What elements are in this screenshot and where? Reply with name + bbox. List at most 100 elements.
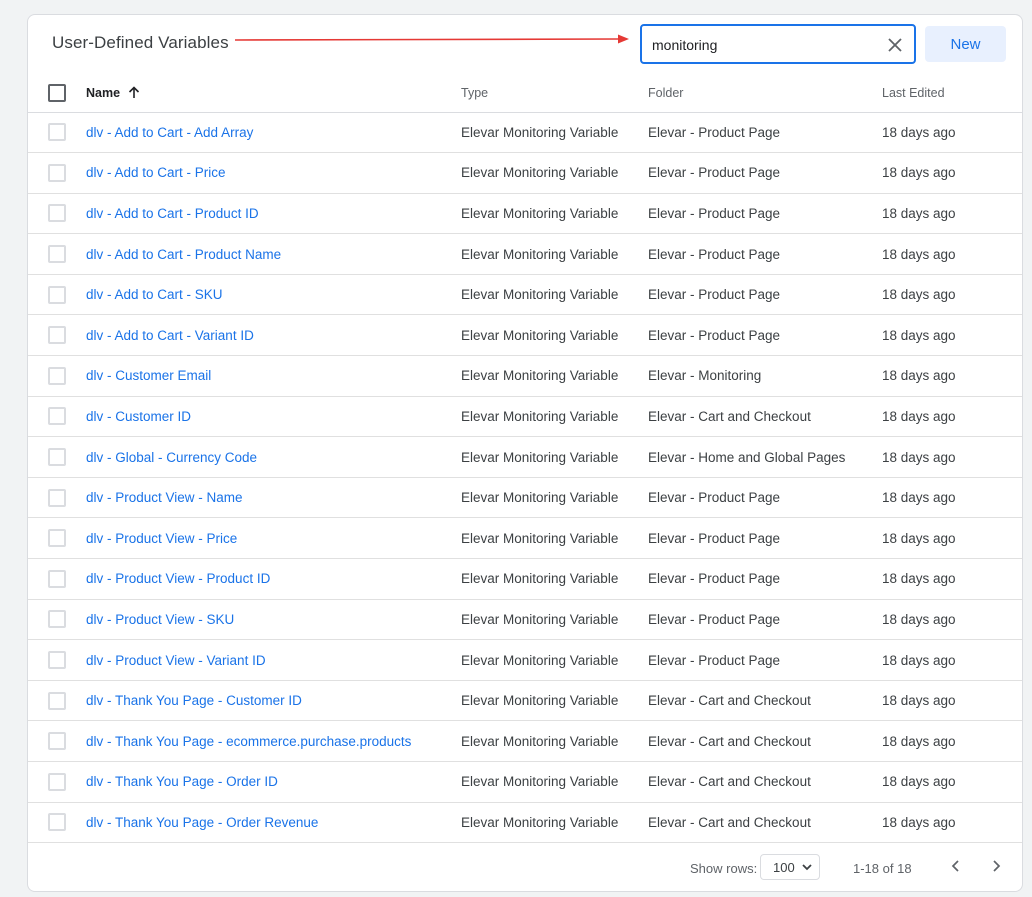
- table-row[interactable]: dlv - Customer Email Elevar Monitoring Va…: [28, 355, 1022, 397]
- variable-folder: Elevar - Product Page: [648, 639, 882, 681]
- variable-last-edited: 18 days ago: [882, 720, 1022, 762]
- row-select-cell: [28, 639, 86, 681]
- table-header-row: Name Type Folder Last Edited: [28, 75, 1022, 113]
- select-all-cell: [28, 75, 86, 113]
- table-row[interactable]: dlv - Product View - Product ID Elevar Mo…: [28, 558, 1022, 600]
- row-checkbox[interactable]: [48, 285, 66, 304]
- variable-name-link[interactable]: dlv - Thank You Page - Customer ID: [86, 680, 461, 722]
- variable-last-edited: 18 days ago: [882, 599, 1022, 641]
- table-row[interactable]: dlv - Add to Cart - Price Elevar Monitori…: [28, 152, 1022, 194]
- variable-folder: Elevar - Cart and Checkout: [648, 680, 882, 722]
- table-row[interactable]: dlv - Thank You Page - ecommerce.purchas…: [28, 720, 1022, 762]
- variable-type: Elevar Monitoring Variable: [461, 355, 648, 397]
- variables-table: Name Type Folder Last Edited dlv - Add t…: [28, 75, 1022, 844]
- variable-name-link[interactable]: dlv - Add to Cart - SKU: [86, 274, 461, 316]
- row-checkbox[interactable]: [48, 691, 66, 710]
- rows-per-page-select[interactable]: 100: [760, 854, 820, 880]
- variable-name-link[interactable]: dlv - Add to Cart - Variant ID: [86, 314, 461, 357]
- variable-type: Elevar Monitoring Variable: [461, 152, 648, 194]
- variable-last-edited: 18 days ago: [882, 639, 1022, 681]
- variable-folder: Elevar - Product Page: [648, 233, 882, 275]
- table-row[interactable]: dlv - Thank You Page - Order Revenue Elev…: [28, 802, 1022, 844]
- table-row[interactable]: dlv - Add to Cart - SKU Elevar Monitoring…: [28, 274, 1022, 316]
- row-checkbox[interactable]: [48, 529, 66, 548]
- row-checkbox[interactable]: [48, 163, 66, 182]
- row-checkbox[interactable]: [48, 651, 66, 670]
- column-header-folder[interactable]: Folder: [648, 75, 882, 113]
- variable-type: Elevar Monitoring Variable: [461, 314, 648, 357]
- variable-name-link[interactable]: dlv - Thank You Page - ecommerce.purchas…: [86, 720, 461, 762]
- variable-type: Elevar Monitoring Variable: [461, 436, 648, 478]
- variable-name-link[interactable]: dlv - Product View - Product ID: [86, 558, 461, 600]
- variable-name-link[interactable]: dlv - Product View - Variant ID: [86, 639, 461, 681]
- row-checkbox[interactable]: [48, 488, 66, 507]
- row-checkbox[interactable]: [48, 123, 66, 142]
- table-row[interactable]: dlv - Add to Cart - Product ID Elevar Mon…: [28, 193, 1022, 235]
- variable-last-edited: 18 days ago: [882, 112, 1022, 154]
- clear-search-button[interactable]: [884, 34, 906, 56]
- row-checkbox[interactable]: [48, 245, 66, 264]
- table-row[interactable]: dlv - Customer ID Elevar Monitoring Varia…: [28, 396, 1022, 438]
- row-checkbox[interactable]: [48, 326, 66, 345]
- row-select-cell: [28, 355, 86, 397]
- variable-name-link[interactable]: dlv - Customer ID: [86, 396, 461, 438]
- variable-name-link[interactable]: dlv - Add to Cart - Product Name: [86, 233, 461, 275]
- column-header-last-edited[interactable]: Last Edited: [882, 75, 1022, 113]
- variable-name-link[interactable]: dlv - Product View - SKU: [86, 599, 461, 641]
- variable-folder: Elevar - Product Page: [648, 193, 882, 235]
- variable-folder: Elevar - Home and Global Pages: [648, 436, 882, 478]
- variable-name-link[interactable]: dlv - Global - Currency Code: [86, 436, 461, 478]
- table-row[interactable]: dlv - Add to Cart - Variant ID Elevar Mon…: [28, 314, 1022, 357]
- variable-folder: Elevar - Product Page: [648, 558, 882, 600]
- new-variable-button[interactable]: New: [925, 26, 1006, 62]
- variable-name-link[interactable]: dlv - Add to Cart - Add Array: [86, 112, 461, 154]
- row-checkbox[interactable]: [48, 772, 66, 791]
- row-checkbox[interactable]: [48, 407, 66, 426]
- row-checkbox[interactable]: [48, 813, 66, 832]
- row-checkbox[interactable]: [48, 204, 66, 223]
- variable-folder: Elevar - Cart and Checkout: [648, 802, 882, 844]
- table-row[interactable]: dlv - Add to Cart - Product Name Elevar M…: [28, 233, 1022, 275]
- row-checkbox[interactable]: [48, 448, 66, 467]
- column-header-name[interactable]: Name: [86, 75, 461, 113]
- card-header: User-Defined Variables New: [28, 15, 1022, 75]
- row-checkbox[interactable]: [48, 569, 66, 588]
- row-checkbox[interactable]: [48, 732, 66, 751]
- variable-name-link[interactable]: dlv - Product View - Price: [86, 517, 461, 560]
- row-select-cell: [28, 720, 86, 762]
- table-row[interactable]: dlv - Product View - Variant ID Elevar Mo…: [28, 639, 1022, 681]
- table-row[interactable]: dlv - Thank You Page - Order ID Elevar Mo…: [28, 761, 1022, 803]
- table-row[interactable]: dlv - Thank You Page - Customer ID Elevar…: [28, 680, 1022, 722]
- variable-type: Elevar Monitoring Variable: [461, 802, 648, 844]
- variable-type: Elevar Monitoring Variable: [461, 477, 648, 519]
- rows-per-page-value: 100: [773, 859, 795, 875]
- variable-type: Elevar Monitoring Variable: [461, 558, 648, 600]
- variable-last-edited: 18 days ago: [882, 233, 1022, 275]
- row-checkbox[interactable]: [48, 366, 66, 385]
- variable-last-edited: 18 days ago: [882, 396, 1022, 438]
- row-checkbox[interactable]: [48, 610, 66, 629]
- pagination-footer: Show rows: 100 1-18 of 18: [28, 843, 1022, 891]
- variable-folder: Elevar - Monitoring: [648, 355, 882, 397]
- variable-type: Elevar Monitoring Variable: [461, 720, 648, 762]
- variable-name-link[interactable]: dlv - Product View - Name: [86, 477, 461, 519]
- select-all-checkbox[interactable]: [48, 84, 66, 103]
- previous-page-button[interactable]: [946, 856, 966, 876]
- search-input[interactable]: [652, 35, 872, 55]
- variable-name-link[interactable]: dlv - Add to Cart - Product ID: [86, 193, 461, 235]
- next-page-button[interactable]: [986, 856, 1006, 876]
- table-row[interactable]: dlv - Product View - SKU Elevar Monitorin…: [28, 599, 1022, 641]
- table-row[interactable]: dlv - Add to Cart - Add Array Elevar Moni…: [28, 112, 1022, 154]
- table-row[interactable]: dlv - Product View - Price Elevar Monitor…: [28, 517, 1022, 560]
- variable-name-link[interactable]: dlv - Customer Email: [86, 355, 461, 397]
- table-row[interactable]: dlv - Global - Currency Code Elevar Monit…: [28, 436, 1022, 478]
- column-header-type[interactable]: Type: [461, 75, 648, 113]
- variable-name-link[interactable]: dlv - Thank You Page - Order ID: [86, 761, 461, 803]
- variable-type: Elevar Monitoring Variable: [461, 517, 648, 560]
- row-select-cell: [28, 274, 86, 316]
- table-row[interactable]: dlv - Product View - Name Elevar Monitori…: [28, 477, 1022, 519]
- variable-name-link[interactable]: dlv - Add to Cart - Price: [86, 152, 461, 194]
- variable-name-link[interactable]: dlv - Thank You Page - Order Revenue: [86, 802, 461, 844]
- close-icon: [888, 38, 902, 52]
- arrow-up-icon: [128, 86, 139, 99]
